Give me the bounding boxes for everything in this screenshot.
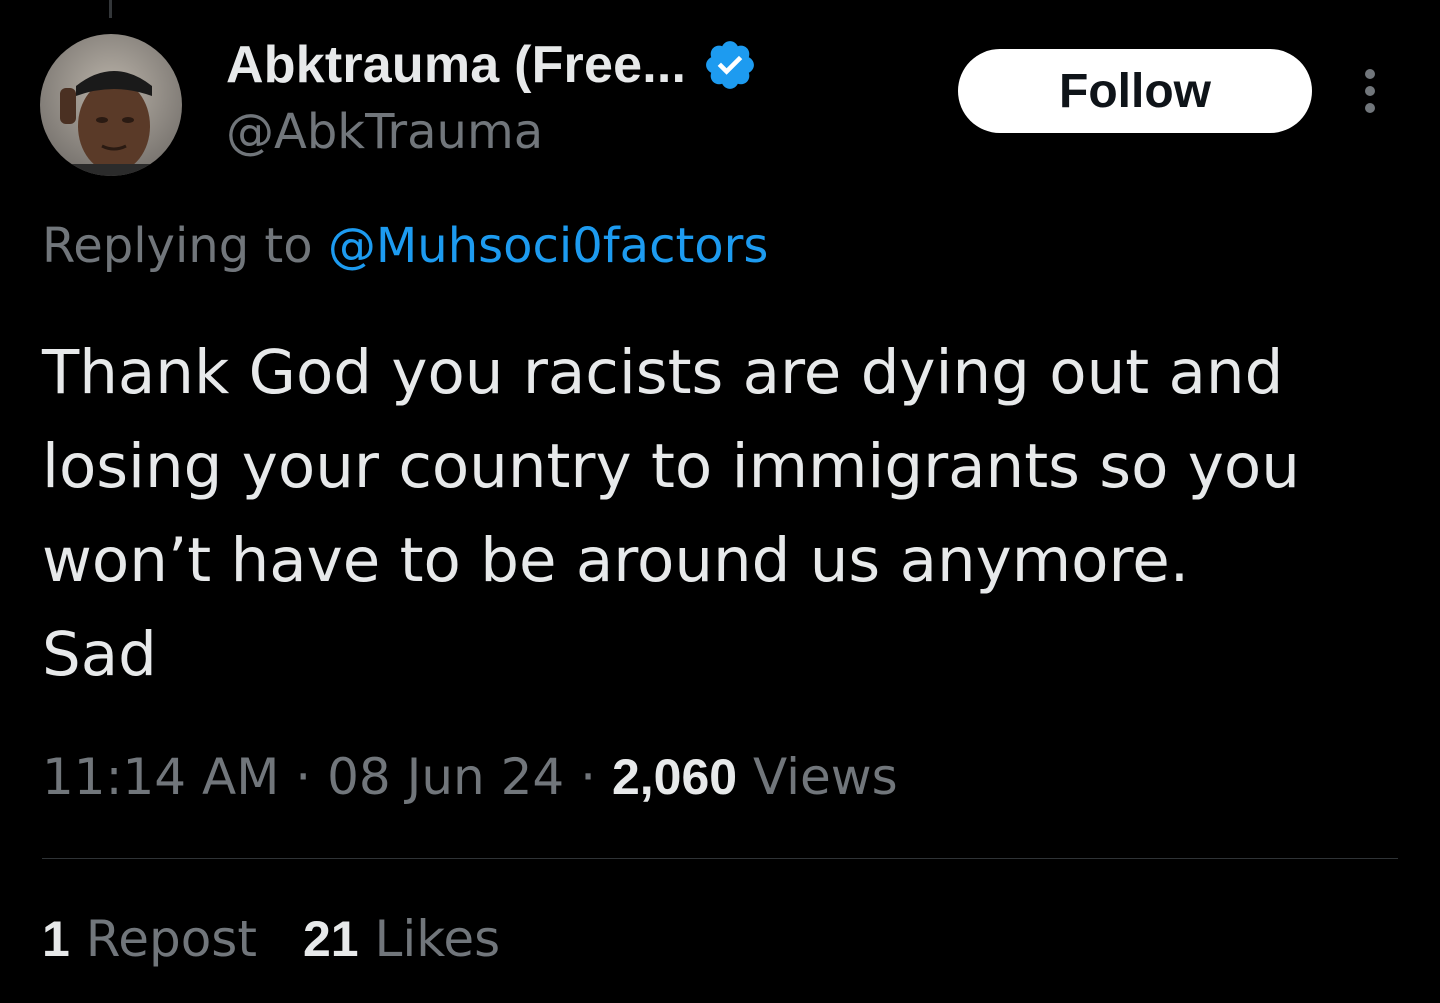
- tweet-text-line: Thank God you racists are dying out and: [42, 337, 1284, 408]
- meta-separator: ·: [295, 748, 312, 806]
- reposts-count: 1: [42, 911, 70, 967]
- thread-connector-line: [109, 0, 112, 18]
- display-name-row: Abktrauma (Free...: [226, 30, 758, 100]
- likes-stat[interactable]: 21 Likes: [303, 910, 500, 968]
- reply-prefix: Replying to: [42, 218, 313, 274]
- views-count: 2,060: [611, 749, 738, 805]
- verified-badge-icon: [702, 37, 758, 93]
- follow-button[interactable]: Follow: [958, 49, 1312, 133]
- tweet-date[interactable]: 08 Jun 24: [327, 748, 564, 806]
- tweet-text: Thank God you racists are dying out and …: [42, 326, 1412, 702]
- likes-label: Likes: [374, 910, 501, 968]
- tweet-text-line: Sad: [42, 619, 157, 690]
- engagement-stats: 1 Repost 21 Likes: [42, 910, 500, 968]
- reposts-stat[interactable]: 1 Repost: [42, 910, 257, 968]
- likes-count: 21: [302, 911, 359, 967]
- reply-context: Replying to @Muhsoci0factors: [42, 218, 768, 274]
- tweet-text-line: won’t have to be around us anymore.: [42, 525, 1190, 596]
- tweet-time[interactable]: 11:14 AM: [42, 748, 279, 806]
- divider: [42, 858, 1398, 859]
- meta-separator: ·: [580, 748, 597, 806]
- author-handle[interactable]: @AbkTrauma: [226, 104, 758, 160]
- reposts-label: Repost: [85, 910, 257, 968]
- display-name[interactable]: Abktrauma (Free...: [226, 35, 686, 95]
- tweet-meta: 11:14 AM · 08 Jun 24 · 2,060 Views: [42, 748, 898, 806]
- avatar[interactable]: [40, 34, 182, 176]
- author-info: Abktrauma (Free... @AbkTrauma: [226, 30, 758, 160]
- views-label: Views: [752, 748, 898, 806]
- tweet-text-line: losing your country to immigrants so you: [42, 431, 1300, 502]
- more-options-icon[interactable]: [1352, 66, 1388, 116]
- tweet-detail: Abktrauma (Free... @AbkTrauma Follow Rep…: [0, 0, 1440, 1003]
- reply-mention-link[interactable]: @Muhsoci0factors: [328, 218, 769, 274]
- avatar-image: [40, 34, 182, 176]
